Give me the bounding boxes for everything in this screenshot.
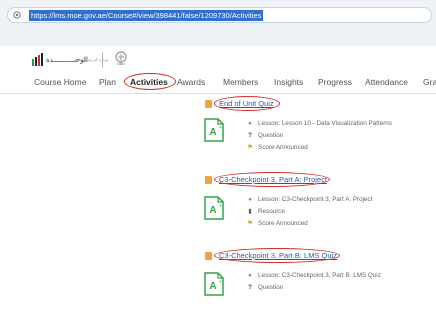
- annotation-circle-activities: [124, 73, 176, 90]
- activity-type-icon: [205, 252, 212, 260]
- svg-text:+: +: [219, 125, 222, 131]
- activity-type: ? Question: [246, 283, 283, 292]
- question-icon: ?: [248, 132, 252, 139]
- annotation-circle-title: [214, 172, 330, 187]
- tab-awards[interactable]: Awards: [177, 76, 205, 88]
- svg-text:A: A: [209, 281, 216, 292]
- annotation-circle-title: [214, 248, 340, 263]
- tab-course-home[interactable]: Course Home: [34, 76, 86, 88]
- assignment-doc-icon[interactable]: A +: [204, 118, 224, 142]
- tab-members[interactable]: Members: [223, 76, 258, 88]
- file-icon: ▮: [248, 208, 252, 215]
- tab-progress[interactable]: Progress: [318, 76, 352, 88]
- activity-status: ⚑ Score Announced: [247, 220, 308, 227]
- activity-status: ⚑ Score Announced: [247, 144, 308, 151]
- brand-ministry-text: وزارة التربية والتعليم: [74, 57, 109, 62]
- activity-type-icon: [205, 176, 212, 184]
- activity-type: ▮ Resource: [246, 207, 285, 216]
- activity-item: C3-Checkpoint 3, Part A: Project A + ● Le…: [200, 172, 436, 236]
- tab-attendance[interactable]: Attendance: [365, 76, 408, 88]
- svg-text:+: +: [219, 203, 222, 209]
- tab-insights[interactable]: Insights: [274, 76, 303, 88]
- lock-icon: [13, 11, 21, 19]
- svg-text:A: A: [209, 127, 216, 138]
- activity-lesson: ● Lesson: C3-Checkpoint 3, Part A: Projec…: [246, 195, 372, 204]
- activity-item: C3-Checkpoint 3, Part B: LMS Quiz A + ● L…: [200, 248, 436, 308]
- url-text[interactable]: https://lms.moe.gov.ae/Course#/view/3984…: [29, 10, 264, 21]
- tab-plan[interactable]: Plan: [99, 76, 116, 88]
- activity-lesson: ● Lesson: C3-Checkpoint 3, Part B: LMS Qu…: [246, 271, 381, 280]
- tab-grades[interactable]: Gra: [423, 76, 436, 88]
- status-dot-icon: ●: [248, 120, 252, 127]
- svg-text:A: A: [209, 205, 216, 216]
- address-bar[interactable]: https://lms.moe.gov.ae/Course#/view/3984…: [7, 7, 432, 23]
- activity-type-icon: [205, 100, 212, 108]
- score-flag-icon: ⚑: [247, 144, 253, 151]
- brand-logo[interactable]: الوحـــــــــــدة وزارة التربية والتعليم: [32, 51, 162, 69]
- annotation-circle-title: [214, 96, 280, 111]
- question-icon: ?: [248, 284, 252, 291]
- assignment-doc-icon[interactable]: A +: [204, 272, 224, 296]
- score-flag-icon: ⚑: [247, 220, 253, 227]
- status-dot-icon: ●: [248, 196, 252, 203]
- activity-type: ? Question: [246, 131, 283, 140]
- assignment-doc-icon[interactable]: A +: [204, 196, 224, 220]
- svg-text:+: +: [219, 279, 222, 285]
- status-dot-icon: ●: [248, 272, 252, 279]
- activity-lesson: ● Lesson: Lesson 10 - Data Visualization …: [246, 119, 392, 128]
- activity-item: End of Unit Quiz A + ● Lesson: Lesson 10 …: [200, 96, 436, 160]
- course-nav: Course Home Plan Activities Awards Membe…: [0, 73, 436, 94]
